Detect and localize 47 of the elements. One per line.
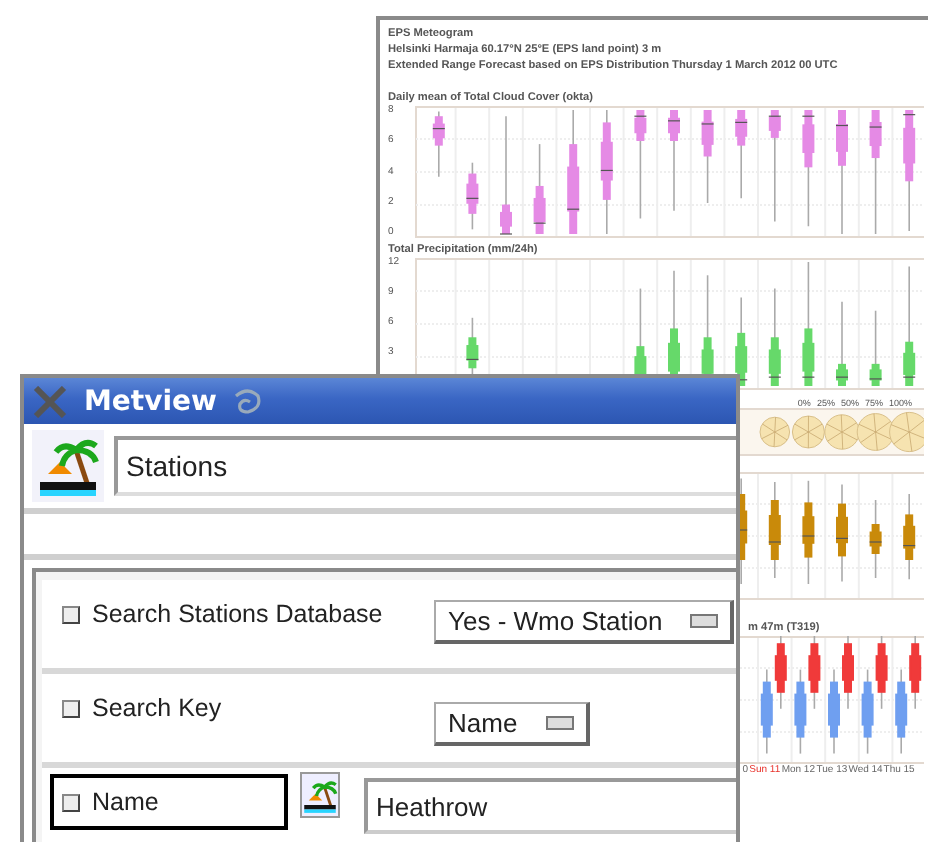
window-title: Metview [84, 385, 217, 417]
checkbox[interactable] [62, 699, 80, 717]
checkbox[interactable] [62, 605, 80, 623]
wind-rose-drawing [856, 413, 895, 451]
box-plot [902, 265, 916, 387]
box-plot [532, 143, 546, 235]
dropdown-indicator-icon [545, 716, 574, 730]
box-plot [835, 109, 849, 235]
box-plot [768, 287, 782, 387]
box-plot [902, 493, 916, 580]
wind-rose-drawing [824, 414, 860, 450]
box-plot [868, 499, 882, 579]
parameter-label: Name [92, 788, 159, 816]
station-picker-button[interactable] [300, 772, 340, 818]
wind-rose-drawing [791, 415, 825, 449]
checkbox[interactable] [62, 793, 80, 811]
parameter-label: Search Stations Database [92, 600, 383, 628]
dropdown-button[interactable]: Yes - Wmo Station [434, 600, 735, 644]
box-plot [835, 301, 849, 387]
box-plot [801, 261, 815, 387]
parameter-label: Search Key [92, 694, 222, 722]
box-plot [801, 480, 815, 585]
palm-island-icon [302, 777, 338, 813]
box-plot [566, 109, 580, 235]
box-plot [633, 109, 647, 220]
name-input-field[interactable]: Heathrow [364, 778, 736, 834]
box-plot [499, 115, 513, 235]
box-plot [801, 109, 815, 228]
icon-name-field[interactable]: Stations [114, 436, 736, 496]
box-plot [868, 309, 882, 387]
box-plot [432, 110, 446, 178]
box-plot [667, 109, 681, 212]
box-plot [835, 483, 849, 583]
dropdown-indicator-icon [690, 614, 719, 628]
box-plot [868, 109, 882, 235]
dropdown-button[interactable]: Name [434, 702, 590, 746]
box-plot [768, 481, 782, 579]
box-plot [734, 109, 748, 200]
box-plot [768, 109, 782, 223]
x-logo-icon [32, 385, 68, 417]
wind-rose-drawing [888, 411, 924, 453]
box-plot [902, 109, 916, 232]
swirl-logo-icon [232, 387, 265, 415]
wind-rose-drawing [759, 416, 790, 448]
box-plot [600, 109, 614, 235]
box-plot [465, 161, 479, 231]
box-plot [700, 109, 714, 204]
